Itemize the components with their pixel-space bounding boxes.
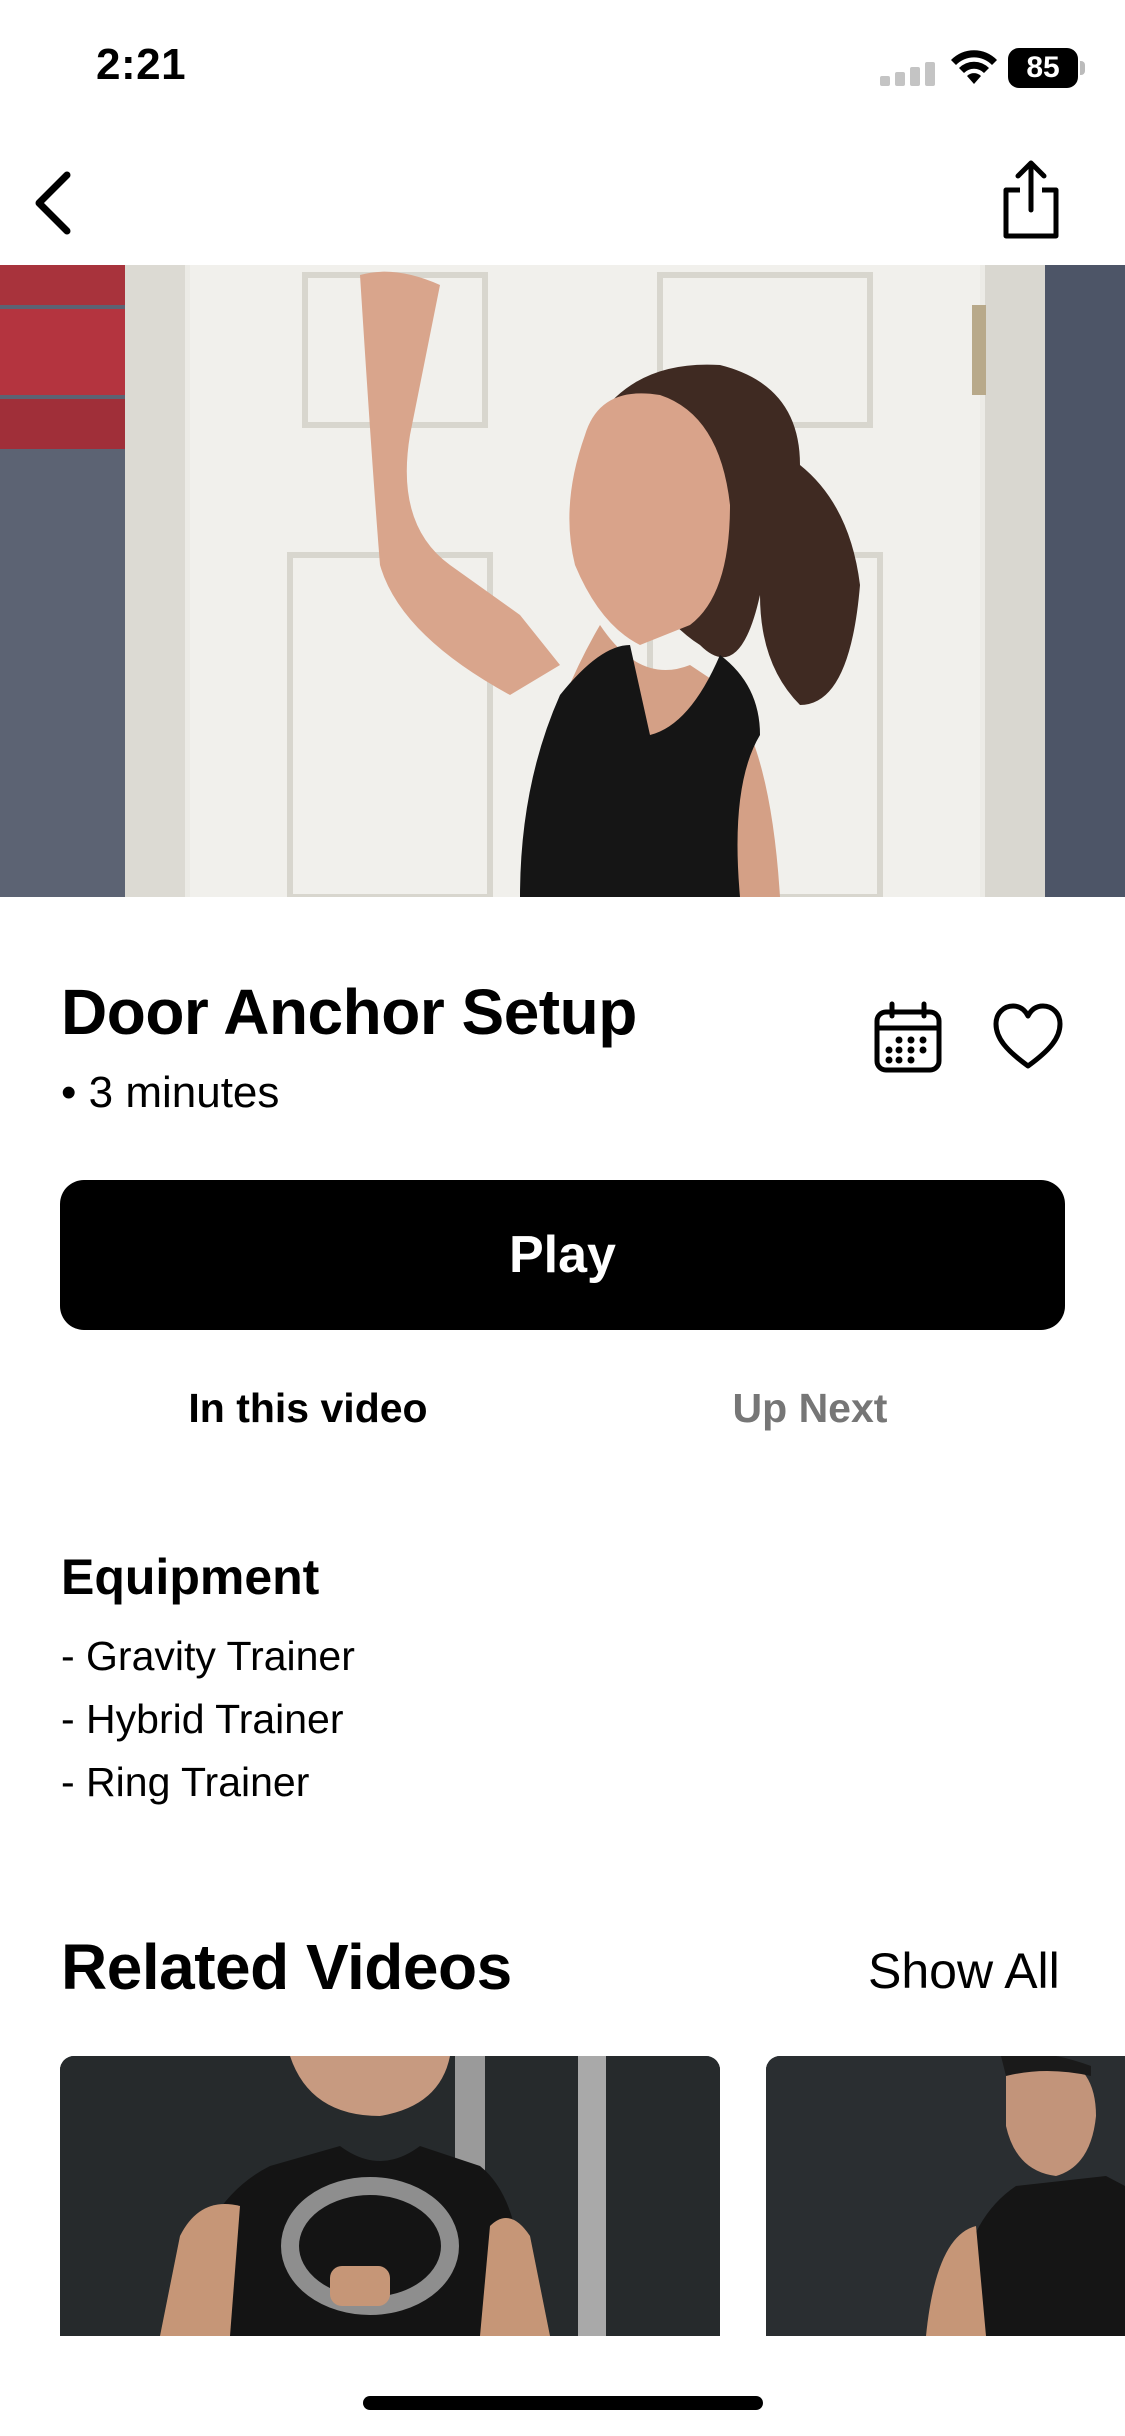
wifi-icon <box>951 50 997 84</box>
related-video-thumbnail[interactable] <box>60 2056 720 2336</box>
schedule-button[interactable] <box>872 1000 944 1076</box>
thumbnail-image <box>766 2056 1125 2336</box>
related-video-thumbnail[interactable] <box>766 2056 1125 2336</box>
calendar-icon <box>874 1001 942 1073</box>
thumbnail-image <box>60 2056 720 2336</box>
show-all-link[interactable]: Show All <box>868 1942 1060 2000</box>
video-preview-illustration <box>0 265 1125 897</box>
equipment-list: - Gravity Trainer - Hybrid Trainer - Rin… <box>61 1625 355 1814</box>
related-videos-heading: Related Videos <box>61 1931 512 2003</box>
share-button[interactable] <box>990 155 1072 245</box>
battery-icon: 85 <box>1008 48 1086 88</box>
video-hero-image[interactable] <box>0 265 1125 897</box>
home-indicator[interactable] <box>363 2396 763 2410</box>
status-time: 2:21 <box>96 40 187 89</box>
status-bar: 2:21 85 <box>0 0 1125 135</box>
tab-up-next[interactable]: Up Next <box>620 1385 1000 1432</box>
battery-level: 85 <box>1008 48 1078 88</box>
share-icon <box>1003 160 1059 239</box>
equipment-item: - Ring Trainer <box>61 1759 310 1805</box>
heart-icon <box>993 1003 1063 1069</box>
video-duration: • 3 minutes <box>61 1068 280 1117</box>
video-title: Door Anchor Setup <box>61 976 637 1048</box>
play-button[interactable]: Play <box>60 1180 1065 1330</box>
equipment-heading: Equipment <box>61 1549 320 1605</box>
favorite-button[interactable] <box>992 1002 1064 1072</box>
back-button[interactable] <box>18 163 88 243</box>
signal-icon <box>880 62 935 86</box>
equipment-item: - Gravity Trainer <box>61 1633 355 1679</box>
equipment-item: - Hybrid Trainer <box>61 1696 344 1742</box>
nav-bar <box>0 135 1125 265</box>
tab-in-this-video[interactable]: In this video <box>118 1385 498 1432</box>
chevron-left-icon <box>35 171 71 235</box>
